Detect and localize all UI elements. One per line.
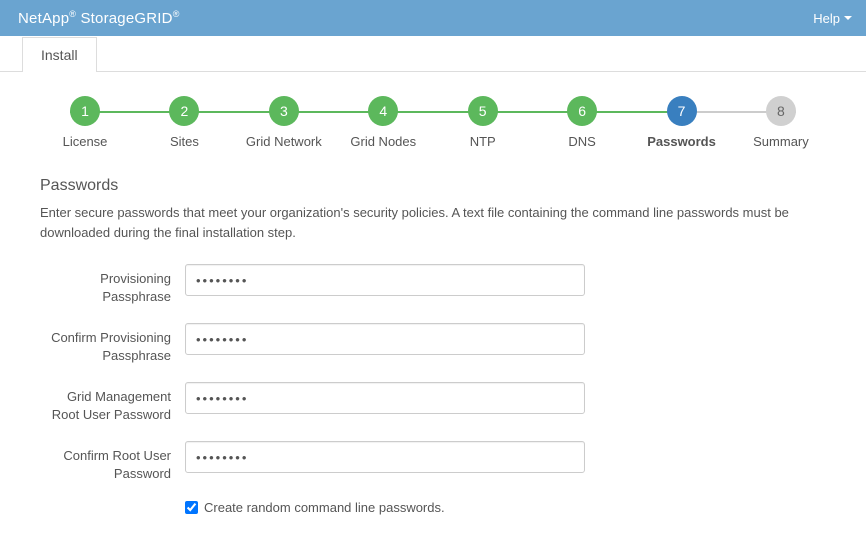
help-menu[interactable]: Help — [813, 11, 852, 26]
step-circle: 4 — [368, 96, 398, 126]
step-ntp[interactable]: 5 NTP — [438, 96, 528, 149]
step-label: Grid Nodes — [350, 134, 416, 149]
row-provisioning: Provisioning Passphrase — [40, 264, 826, 305]
step-circle: 2 — [169, 96, 199, 126]
step-label: Passwords — [647, 134, 716, 149]
step-label: Grid Network — [246, 134, 322, 149]
step-passwords[interactable]: 7 Passwords — [637, 96, 727, 149]
input-confirm-root[interactable] — [185, 441, 585, 473]
chevron-down-icon — [844, 16, 852, 20]
step-label: NTP — [470, 134, 496, 149]
reg-mark-1: ® — [69, 9, 76, 19]
row-confirm-root: Confirm Root User Password — [40, 441, 826, 482]
step-label: DNS — [568, 134, 595, 149]
checkbox-random-passwords[interactable] — [185, 501, 198, 514]
content: Passwords Enter secure passwords that me… — [0, 159, 866, 535]
step-circle: 8 — [766, 96, 796, 126]
help-label: Help — [813, 11, 840, 26]
step-circle: 5 — [468, 96, 498, 126]
step-grid-nodes[interactable]: 4 Grid Nodes — [338, 96, 428, 149]
section-desc: Enter secure passwords that meet your or… — [40, 203, 826, 242]
label-provisioning: Provisioning Passphrase — [40, 264, 185, 305]
step-license[interactable]: 1 License — [40, 96, 130, 149]
brand-prefix: NetApp — [18, 10, 69, 27]
step-grid-network[interactable]: 3 Grid Network — [239, 96, 329, 149]
step-circle: 7 — [667, 96, 697, 126]
step-summary[interactable]: 8 Summary — [736, 96, 826, 149]
tabbar: Install — [0, 36, 866, 72]
reg-mark-2: ® — [173, 9, 180, 19]
brand: NetApp® StorageGRID® — [18, 9, 180, 27]
step-dns[interactable]: 6 DNS — [537, 96, 627, 149]
step-label: License — [63, 134, 108, 149]
stepper: 1 License 2 Sites 3 Grid Network 4 Grid … — [40, 96, 826, 149]
tab-install[interactable]: Install — [22, 37, 97, 72]
label-random-passwords: Create random command line passwords. — [204, 500, 445, 515]
input-confirm-provisioning[interactable] — [185, 323, 585, 355]
label-root: Grid Management Root User Password — [40, 382, 185, 423]
input-root[interactable] — [185, 382, 585, 414]
step-label: Sites — [170, 134, 199, 149]
step-sites[interactable]: 2 Sites — [139, 96, 229, 149]
label-confirm-root: Confirm Root User Password — [40, 441, 185, 482]
brand-suffix: StorageGRID — [80, 10, 172, 27]
app-header: NetApp® StorageGRID® Help — [0, 0, 866, 36]
step-circle: 1 — [70, 96, 100, 126]
step-label: Summary — [753, 134, 809, 149]
label-confirm-provisioning: Confirm Provisioning Passphrase — [40, 323, 185, 364]
row-confirm-provisioning: Confirm Provisioning Passphrase — [40, 323, 826, 364]
row-random-passwords: Create random command line passwords. — [185, 500, 826, 515]
step-circle: 6 — [567, 96, 597, 126]
input-provisioning[interactable] — [185, 264, 585, 296]
section-title: Passwords — [40, 177, 826, 195]
step-circle: 3 — [269, 96, 299, 126]
row-root: Grid Management Root User Password — [40, 382, 826, 423]
